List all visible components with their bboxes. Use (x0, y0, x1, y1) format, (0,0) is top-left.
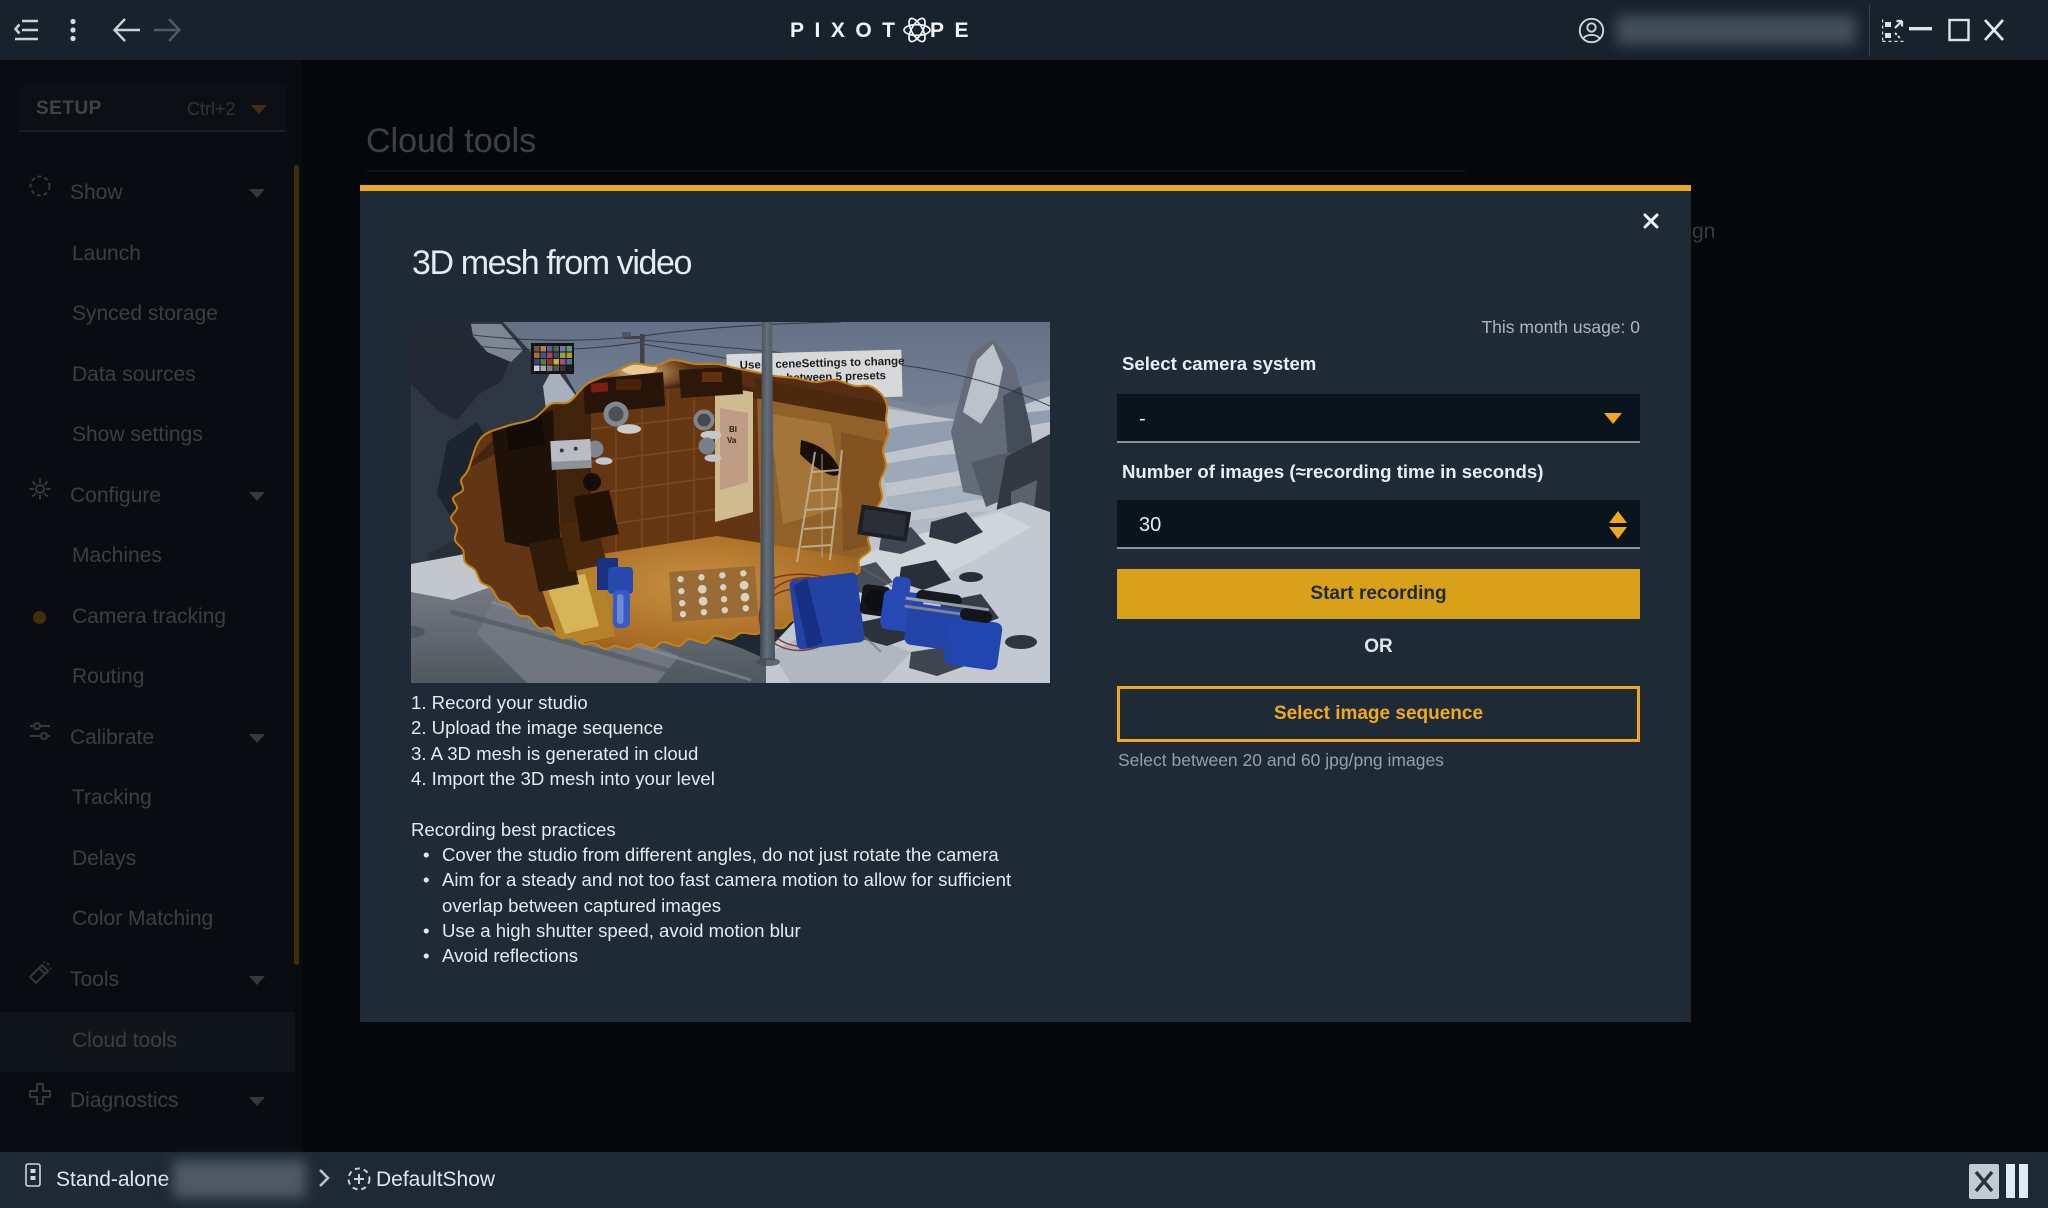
svg-text:PE: PE (930, 19, 979, 42)
svg-text:PIXOT: PIXOT (790, 19, 906, 42)
